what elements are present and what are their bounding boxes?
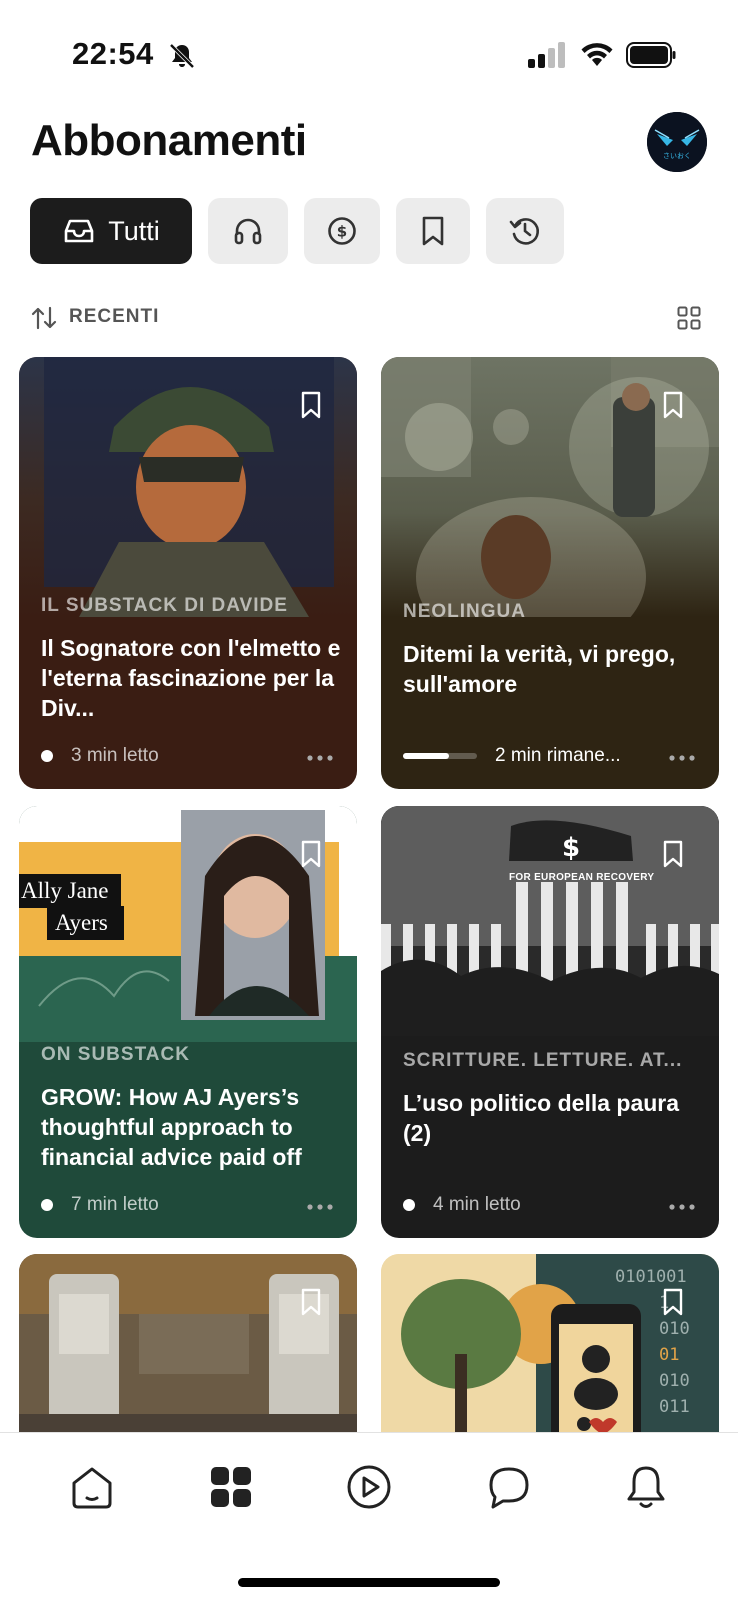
more-options-icon[interactable] — [669, 755, 695, 761]
filter-saved-chip[interactable] — [396, 198, 470, 264]
post-meta: 3 min letto — [41, 745, 159, 767]
unread-dot — [41, 750, 53, 762]
post-title: GROW: How AJ Ayers’s thoughtful approach… — [41, 1084, 302, 1170]
status-time: 22:54 — [72, 36, 154, 71]
sort-icon[interactable] — [31, 306, 57, 330]
post-card[interactable]: $ FOR EUROPEAN RECOVERY SCRITTURE. LETTU… — [381, 806, 719, 1238]
post-image — [19, 1254, 357, 1454]
post-card[interactable]: IL SUBSTACK DI DAVIDE Il Sognatore con l… — [19, 357, 357, 789]
post-card[interactable]: Ally Jane Ayers ON SUBSTACK GROW: How AJ… — [19, 806, 357, 1238]
read-time: 4 min letto — [433, 1194, 521, 1215]
binary-line: 01 — [659, 1345, 680, 1365]
home-indicator — [238, 1578, 500, 1587]
avatar[interactable]: さいおく — [647, 112, 707, 172]
cellular-signal-icon — [528, 42, 565, 68]
sort-label[interactable]: RECENTI — [69, 306, 159, 328]
post-card[interactable]: NEOLINGUA Ditemi la verità, vi prego, su… — [381, 357, 719, 789]
more-options-icon[interactable] — [307, 755, 333, 761]
grid-icon[interactable] — [207, 1463, 255, 1511]
read-time: 3 min letto — [71, 745, 159, 766]
time-remaining: 2 min rimane... — [495, 745, 621, 766]
sort-row: RECENTI — [31, 302, 701, 334]
filter-all-chip[interactable]: Tutti — [30, 198, 192, 264]
post-card[interactable]: 0101001 1 010 01 010 011 — [381, 1254, 719, 1454]
inbox-icon — [64, 219, 94, 243]
image-name-tag: Ally Jane — [19, 874, 121, 908]
publication-name: IL SUBSTACK DI DAVIDE — [41, 595, 288, 616]
image-text: Ayers — [55, 910, 108, 935]
unread-dot — [403, 1199, 415, 1211]
reading-progress-bar — [403, 753, 477, 759]
reading-progress-fill — [403, 753, 449, 759]
filter-audio-chip[interactable] — [208, 198, 288, 264]
bell-off-icon — [169, 43, 195, 69]
svg-text:$: $ — [562, 833, 580, 863]
bell-icon[interactable] — [622, 1463, 670, 1511]
post-meta: 4 min letto — [403, 1194, 521, 1216]
more-options-icon[interactable] — [669, 1204, 695, 1210]
post-title: Ditemi la verità, vi prego, sull'amore — [403, 641, 676, 697]
image-name-tag: Ayers — [47, 906, 124, 940]
chat-icon[interactable] — [485, 1463, 533, 1511]
filter-paid-chip[interactable]: $ — [304, 198, 380, 264]
binary-line: 0101001 — [615, 1267, 687, 1287]
more-options-icon[interactable] — [307, 1204, 333, 1210]
bookmark-icon[interactable] — [663, 840, 683, 868]
filter-all-label: Tutti — [108, 215, 160, 246]
binary-line: 010 — [659, 1319, 690, 1339]
page-title: Abbonamenti — [31, 116, 307, 165]
history-icon — [509, 218, 539, 245]
post-title: L’uso politico della paura (2) — [403, 1090, 680, 1146]
battery-icon — [626, 42, 676, 68]
filter-history-chip[interactable] — [486, 198, 564, 264]
svg-text:$: $ — [337, 223, 347, 241]
grid-view-icon[interactable] — [677, 306, 701, 330]
image-text: Ally Jane — [21, 878, 109, 903]
bottom-tab-bar — [0, 1432, 738, 1601]
binary-line: 010 — [659, 1371, 690, 1391]
publication-name: ON SUBSTACK — [41, 1044, 190, 1065]
avatar-image: さいおく — [647, 112, 707, 172]
play-icon[interactable] — [345, 1463, 393, 1511]
home-icon[interactable] — [68, 1463, 116, 1511]
post-meta: 7 min letto — [41, 1194, 159, 1216]
post-card[interactable] — [19, 1254, 357, 1454]
svg-text:さいおく: さいおく — [663, 152, 691, 160]
wifi-icon — [581, 43, 613, 66]
status-bar: 22:54 — [0, 0, 738, 100]
unread-dot — [41, 1199, 53, 1211]
post-title: Il Sognatore con l'elmetto e l'eterna fa… — [41, 635, 341, 721]
headphones-icon — [234, 218, 262, 245]
bookmark-icon[interactable] — [301, 1288, 321, 1316]
publication-name: SCRITTURE. LETTURE. AT... — [403, 1050, 683, 1071]
bookmark-icon[interactable] — [663, 1288, 683, 1316]
bookmark-icon — [422, 216, 444, 246]
post-meta: 2 min rimane... — [403, 745, 621, 767]
read-time: 7 min letto — [71, 1194, 159, 1215]
publication-name: NEOLINGUA — [403, 601, 526, 622]
bookmark-icon[interactable] — [301, 391, 321, 419]
bookmark-icon[interactable] — [663, 391, 683, 419]
binary-line: 011 — [659, 1397, 690, 1417]
bookmark-icon[interactable] — [301, 840, 321, 868]
dollar-icon: $ — [328, 217, 356, 245]
image-banner-text: FOR EUROPEAN RECOVERY — [509, 872, 655, 883]
